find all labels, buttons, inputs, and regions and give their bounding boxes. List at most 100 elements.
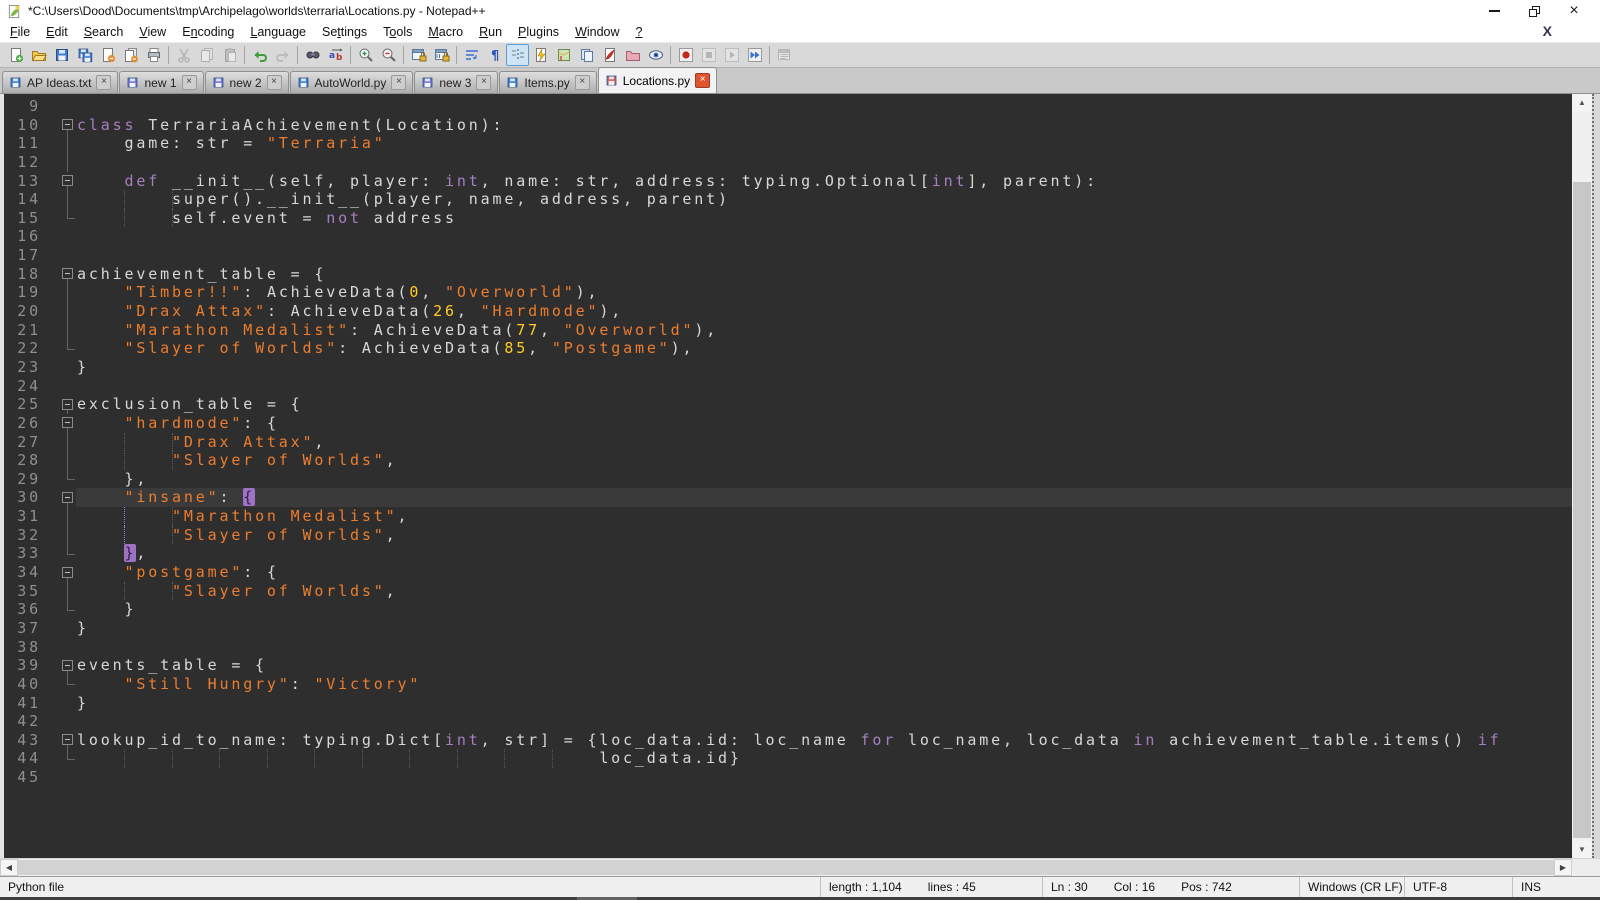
fold-toggle[interactable]: [48, 414, 76, 433]
menu-run[interactable]: Run: [471, 23, 510, 41]
code-text[interactable]: "Slayer of Worlds",: [76, 451, 1572, 470]
fold-collapse-icon[interactable]: [62, 660, 73, 671]
macro-save-button[interactable]: [773, 44, 796, 66]
fold-toggle[interactable]: [48, 656, 76, 675]
scroll-right-arrow[interactable]: ▶: [1554, 859, 1572, 876]
folder-as-workspace-button[interactable]: [621, 44, 644, 66]
menu-macro[interactable]: Macro: [420, 23, 471, 41]
restore-button[interactable]: [1514, 0, 1554, 22]
close-doc-button[interactable]: [96, 44, 119, 66]
code-text[interactable]: "insane": {: [76, 488, 1572, 507]
save-all-button[interactable]: [73, 44, 96, 66]
code-text[interactable]: "Slayer of Worlds",: [76, 582, 1572, 601]
fold-toggle[interactable]: [48, 563, 76, 582]
macro-run-multiple-button[interactable]: [743, 44, 766, 66]
tab-locations-py[interactable]: Locations.py×: [598, 67, 717, 93]
code-text[interactable]: achievement_table = {: [76, 265, 1572, 284]
fold-collapse-icon[interactable]: [62, 492, 73, 503]
menu-[interactable]: ?: [628, 23, 651, 41]
code-text[interactable]: "Timber!!": AchieveData(0, "Overworld"),: [76, 283, 1572, 302]
horizontal-scroll-thumb[interactable]: [18, 860, 1554, 875]
close-all-docs-button[interactable]: [119, 44, 142, 66]
tab-close-icon[interactable]: ×: [182, 75, 197, 90]
code-text[interactable]: def __init__(self, player: int, name: st…: [76, 172, 1572, 191]
menu-search[interactable]: Search: [76, 23, 132, 41]
fold-collapse-icon[interactable]: [62, 734, 73, 745]
find-button[interactable]: [301, 44, 324, 66]
close-document-button[interactable]: X: [1543, 23, 1552, 39]
code-text[interactable]: exclusion_table = {: [76, 395, 1572, 414]
tab-new-3[interactable]: new 3×: [414, 71, 498, 93]
code-text[interactable]: self.event = not address: [76, 209, 1572, 228]
menu-language[interactable]: Language: [242, 23, 314, 41]
print-button[interactable]: [142, 44, 165, 66]
edit-marker-button[interactable]: [598, 44, 621, 66]
sync-horizontal-button[interactable]: [430, 44, 453, 66]
menu-plugins[interactable]: Plugins: [510, 23, 567, 41]
fold-toggle[interactable]: [48, 172, 76, 191]
cut-button[interactable]: [172, 44, 195, 66]
tab-autoworld-py[interactable]: AutoWorld.py×: [290, 71, 414, 93]
code-text[interactable]: [76, 227, 1572, 246]
vertical-scrollbar[interactable]: ▲ ▼: [1572, 94, 1592, 858]
paste-button[interactable]: [218, 44, 241, 66]
fold-collapse-icon[interactable]: [62, 119, 73, 130]
code-text[interactable]: }: [76, 600, 1572, 619]
fold-collapse-icon[interactable]: [62, 399, 73, 410]
document-list-button[interactable]: [575, 44, 598, 66]
tab-close-icon[interactable]: ×: [476, 75, 491, 90]
undo-button[interactable]: [248, 44, 271, 66]
indent-guide-button[interactable]: [506, 44, 529, 66]
code-text[interactable]: [76, 153, 1572, 172]
code-text[interactable]: }: [76, 619, 1572, 638]
code-text[interactable]: "Marathon Medalist": AchieveData(77, "Ov…: [76, 321, 1572, 340]
code-text[interactable]: }: [76, 694, 1572, 713]
code-text[interactable]: "hardmode": {: [76, 414, 1572, 433]
word-wrap-button[interactable]: [460, 44, 483, 66]
macro-record-button[interactable]: [674, 44, 697, 66]
new-file-button[interactable]: [4, 44, 27, 66]
code-text[interactable]: class TerrariaAchievement(Location):: [76, 116, 1572, 135]
code-text[interactable]: super().__init__(player, name, address, …: [76, 190, 1572, 209]
fold-collapse-icon[interactable]: [62, 567, 73, 578]
fold-toggle[interactable]: [48, 395, 76, 414]
code-text[interactable]: events_table = {: [76, 656, 1572, 675]
scroll-left-arrow[interactable]: ◀: [0, 859, 18, 876]
code-text[interactable]: [76, 97, 1572, 116]
tab-items-py[interactable]: Items.py×: [499, 71, 596, 93]
tab-close-icon[interactable]: ×: [695, 73, 710, 88]
document-map-button[interactable]: [552, 44, 575, 66]
fold-toggle[interactable]: [48, 265, 76, 284]
code-text[interactable]: lookup_id_to_name: typing.Dict[int, str]…: [76, 731, 1572, 750]
menu-settings[interactable]: Settings: [314, 23, 375, 41]
macro-play-button[interactable]: [720, 44, 743, 66]
code-text[interactable]: [76, 768, 1572, 787]
menu-edit[interactable]: Edit: [38, 23, 76, 41]
code-text[interactable]: }: [76, 358, 1572, 377]
menu-window[interactable]: Window: [567, 23, 627, 41]
code-text[interactable]: [76, 377, 1572, 396]
zoom-in-button[interactable]: [354, 44, 377, 66]
redo-button[interactable]: [271, 44, 294, 66]
code-text[interactable]: [76, 246, 1572, 265]
code-text[interactable]: },: [76, 470, 1572, 489]
menu-tools[interactable]: Tools: [375, 23, 420, 41]
close-button[interactable]: ×: [1554, 0, 1594, 22]
fold-toggle[interactable]: [48, 731, 76, 750]
code-area[interactable]: 910class TerrariaAchievement(Location):1…: [4, 94, 1572, 858]
replace-button[interactable]: ab: [324, 44, 347, 66]
open-file-button[interactable]: [27, 44, 50, 66]
code-text[interactable]: "Slayer of Worlds",: [76, 526, 1572, 545]
code-text[interactable]: "Still Hungry": "Victory": [76, 675, 1572, 694]
code-text[interactable]: "postgame": {: [76, 563, 1572, 582]
zoom-out-button[interactable]: [377, 44, 400, 66]
menu-file[interactable]: File: [2, 23, 38, 41]
code-text[interactable]: "Drax Attax": AchieveData(26, "Hardmode"…: [76, 302, 1572, 321]
show-all-characters-button[interactable]: ¶: [483, 44, 506, 66]
minimize-button[interactable]: [1474, 0, 1514, 22]
code-text[interactable]: [76, 638, 1572, 657]
scroll-down-arrow[interactable]: ▼: [1572, 841, 1592, 858]
code-text[interactable]: "Slayer of Worlds": AchieveData(85, "Pos…: [76, 339, 1572, 358]
tab-close-icon[interactable]: ×: [96, 75, 111, 90]
code-text[interactable]: game: str = "Terraria": [76, 134, 1572, 153]
